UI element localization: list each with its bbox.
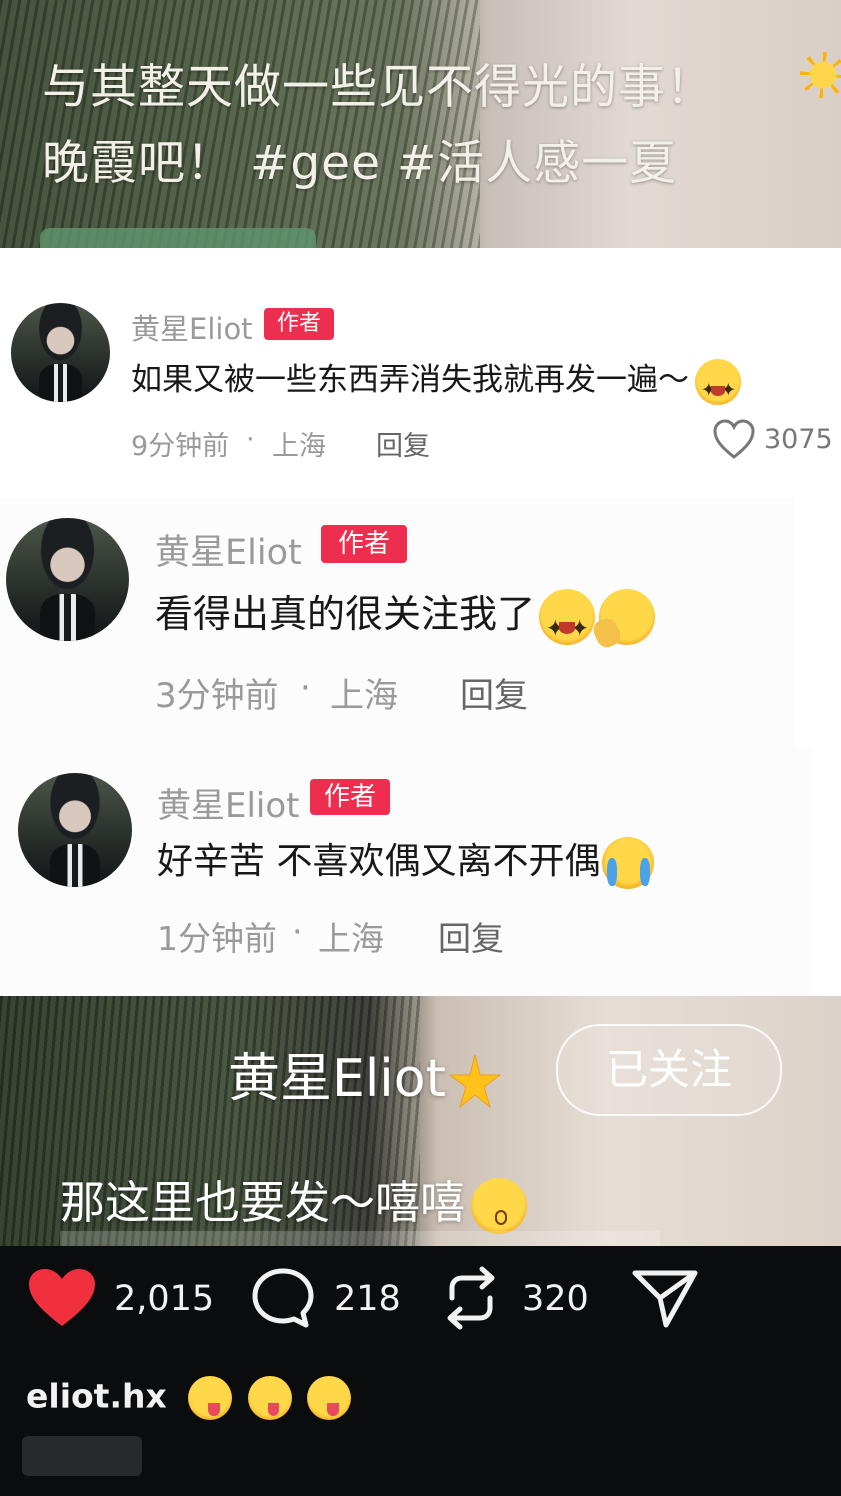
comment-username[interactable]: 黄星Eliot xyxy=(157,778,300,827)
video-author-name[interactable]: 黄星Eliot xyxy=(228,1049,446,1109)
comment-location: 上海 xyxy=(318,919,384,958)
comment-time: 3分钟前 xyxy=(155,676,279,716)
video-author-row[interactable]: 黄星Eliot xyxy=(228,1036,504,1111)
comment-card: 黄星Eliot 作者 如果又被一些东西弄消失我就再发一遍～ 9分钟前 · 上海 … xyxy=(0,248,841,498)
comment-username[interactable]: 黄星Eliot xyxy=(155,524,302,575)
comment-text: 看得出真的很关注我了 xyxy=(155,592,536,636)
author-badge: 作者 xyxy=(310,779,390,815)
video-caption-line1: 与其整天做一些见不得光的事！ xyxy=(42,60,714,115)
comment-text: 如果又被一些东西弄消失我就再发一遍～ xyxy=(131,362,689,398)
star-eyes-emoji-icon xyxy=(695,358,741,413)
repost-count: 320 xyxy=(522,1279,589,1319)
avatar[interactable] xyxy=(6,518,129,641)
comment-time: 1分钟前 xyxy=(157,919,277,958)
repost-icon[interactable] xyxy=(440,1264,502,1332)
handle-row[interactable]: eliot.hx xyxy=(26,1376,352,1420)
zany-face-emoji-icon xyxy=(188,1376,233,1420)
follow-button[interactable]: 已关注 xyxy=(556,1024,782,1116)
video-caption-row: 那这里也要发～嘻嘻 xyxy=(60,1166,528,1234)
send-share-icon[interactable] xyxy=(630,1268,700,1330)
comment-location: 上海 xyxy=(330,676,398,716)
meta-separator: · xyxy=(292,912,303,951)
comment-card: 黄星Eliot 作者 看得出真的很关注我了 3分钟前 · 上海 回复 xyxy=(0,498,795,748)
comment-count: 218 xyxy=(334,1279,401,1319)
reply-button[interactable]: 回复 xyxy=(376,424,430,463)
comment-location: 上海 xyxy=(272,431,326,462)
star-eyes-emoji-icon xyxy=(539,588,596,657)
zany-face-emoji-icon xyxy=(307,1376,352,1420)
top-video-frame[interactable]: 与其整天做一些见不得光的事！ 晚霞吧！ #gee #活人感一夏 xyxy=(0,0,841,248)
video-caption-line2: 晚霞吧！ #gee #活人感一夏 xyxy=(42,136,678,191)
meta-separator: · xyxy=(300,668,311,708)
like-count: 3075 xyxy=(764,424,833,455)
like-count: 2,015 xyxy=(114,1279,215,1319)
reply-button[interactable]: 回复 xyxy=(460,668,528,717)
comment-username[interactable]: 黄星Eliot xyxy=(131,306,253,348)
comment-text-row: 如果又被一些东西弄消失我就再发一遍～ xyxy=(131,358,741,413)
comment-bubble-icon[interactable] xyxy=(250,1266,316,1330)
account-handle[interactable]: eliot.hx xyxy=(26,1377,167,1416)
kissing-emoji-icon xyxy=(471,1178,528,1234)
reply-button[interactable]: 回复 xyxy=(438,912,504,960)
action-bar: 2,015 218 320 eliot.hx xyxy=(0,1246,841,1496)
author-badge: 作者 xyxy=(321,525,407,563)
video-caption-overflow xyxy=(60,1231,660,1246)
video-tag-pill xyxy=(40,228,316,248)
like-heart-icon[interactable] xyxy=(26,1266,98,1330)
loudly-crying-emoji-icon xyxy=(602,837,655,889)
comment-text: 好辛苦 不喜欢偶又离不开偶 xyxy=(157,841,601,882)
sun-emoji-icon xyxy=(800,52,841,98)
comment-text-row: 看得出真的很关注我了 xyxy=(155,586,656,657)
zany-face-emoji-icon xyxy=(247,1376,292,1420)
author-badge: 作者 xyxy=(264,308,334,340)
like-heart-icon[interactable] xyxy=(712,418,756,460)
avatar[interactable] xyxy=(11,303,110,402)
meta-separator: · xyxy=(246,424,255,455)
truncated-caption xyxy=(22,1436,142,1476)
bottom-video-frame[interactable]: 黄星Eliot 已关注 那这里也要发～嘻嘻 xyxy=(0,996,841,1246)
comment-card: 黄星Eliot 作者 好辛苦 不喜欢偶又离不开偶 1分钟前 · 上海 回复 xyxy=(0,748,812,996)
sparkle-star-icon xyxy=(448,1054,502,1109)
avatar[interactable] xyxy=(18,773,132,887)
comment-text-row: 好辛苦 不喜欢偶又离不开偶 xyxy=(157,836,655,889)
video-caption: 那这里也要发～嘻嘻 xyxy=(60,1176,466,1229)
thinking-emoji-icon xyxy=(599,588,656,645)
comment-time: 9分钟前 xyxy=(131,431,230,462)
